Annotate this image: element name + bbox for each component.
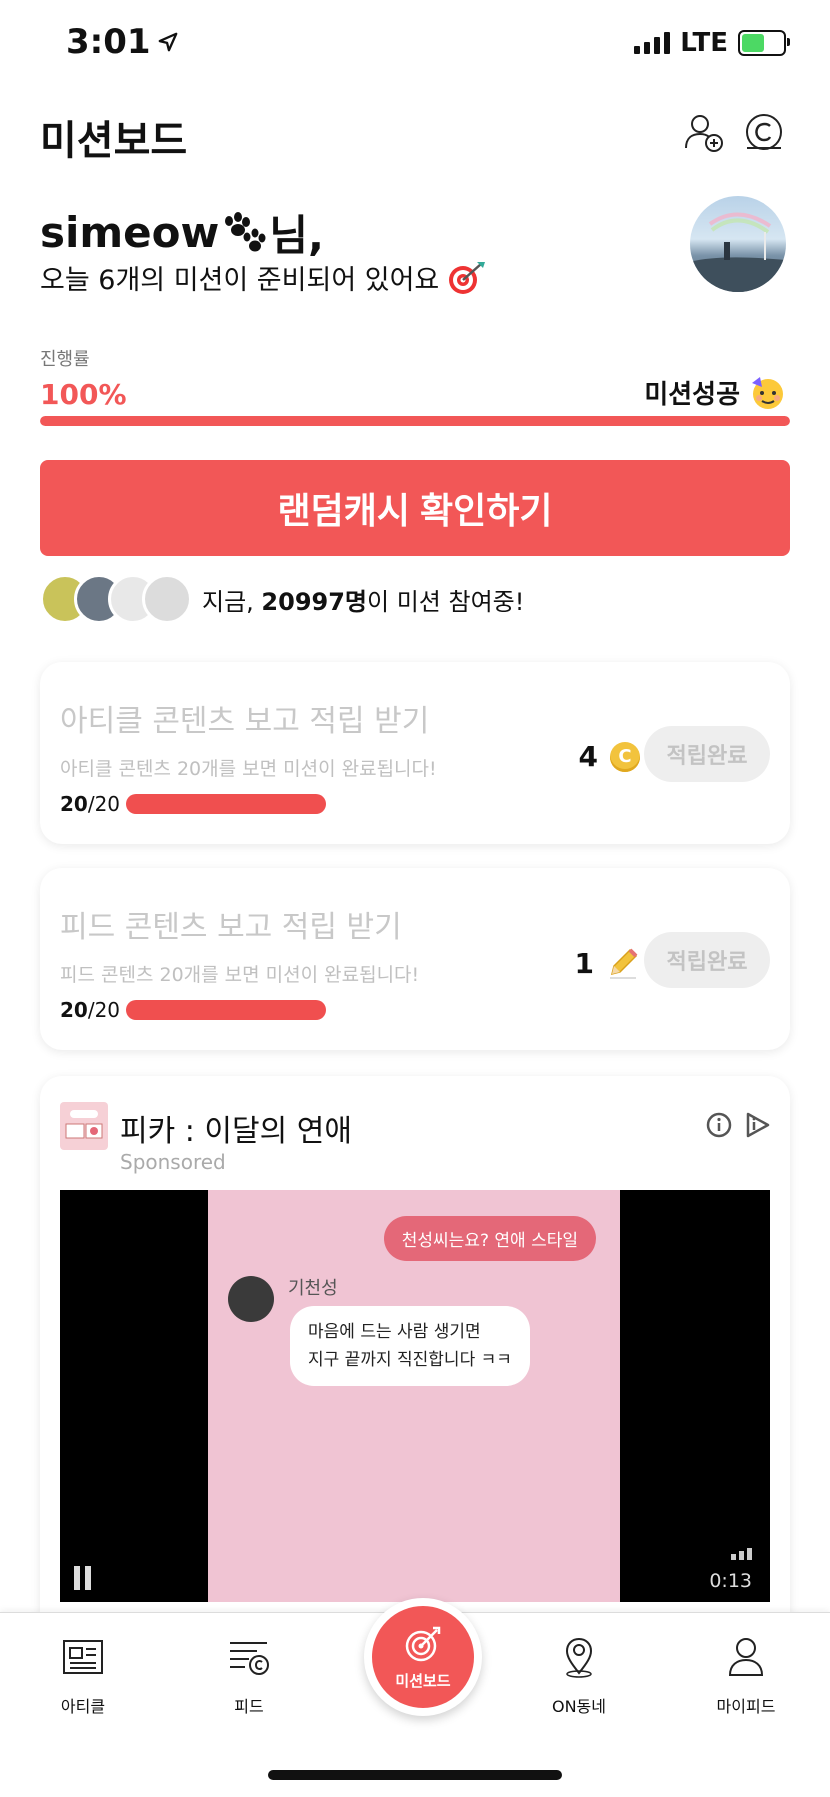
paw-icon: [225, 211, 266, 251]
ad-sponsored-label: Sponsored: [120, 1150, 226, 1174]
progress-bar: [40, 416, 790, 426]
ad-video[interactable]: 천성씨는요? 연애 스타일 기천성 마음에 드는 사람 생기면 지구 끝까지 직…: [60, 1190, 770, 1602]
progress-bar-fill: [40, 416, 790, 426]
tab-label: 마이피드: [716, 1697, 776, 1716]
tab-label: ON동네: [551, 1697, 606, 1716]
participants-row: 지금, 20997명이 미션 참여중!: [40, 574, 524, 624]
status-indicators: LTE: [634, 28, 790, 58]
mission-title: 피드 콘텐츠 보고 적립 받기: [60, 910, 402, 945]
tab-my-feed[interactable]: 마이피드: [686, 1635, 806, 1717]
mission-progress: 20/20: [60, 998, 327, 1022]
greeting-suffix: 님,: [269, 211, 324, 260]
chat-line: 마음에 드는 사람 생기면: [308, 1322, 481, 1342]
ad-logo: [60, 1102, 108, 1150]
progress-label: 진행률: [40, 349, 90, 370]
greeting-subtitle-text: 오늘 6개의 미션이 준비되어 있어요: [40, 265, 440, 296]
pencil-icon: [610, 948, 638, 979]
mission-progress-bar: [126, 794, 327, 814]
article-icon: [63, 1640, 103, 1674]
location-arrow-icon: [158, 32, 177, 52]
pause-icon[interactable]: [74, 1566, 91, 1590]
party-face-icon: [752, 376, 783, 409]
participants-prefix: 지금,: [202, 587, 262, 616]
ad-logo-icon: [65, 1110, 103, 1139]
chat-bubble-left: 마음에 드는 사람 생기면 지구 끝까지 직진합니다 ㅋㅋ: [290, 1306, 530, 1386]
home-indicator[interactable]: [268, 1770, 562, 1780]
info-icon[interactable]: [706, 1112, 732, 1138]
mission-card[interactable]: 아티클 콘텐츠 보고 적립 받기 아티클 콘텐츠 20개를 보면 미션이 완료됩…: [40, 662, 790, 844]
mission-reward-amount: 1: [574, 946, 594, 980]
progress-status: 미션성공: [644, 374, 786, 411]
status-time: 3:01: [66, 22, 179, 62]
avatar[interactable]: [690, 196, 786, 292]
add-friend-icon[interactable]: [682, 110, 726, 154]
chat-bubble-right: 천성씨는요? 연애 스타일: [383, 1216, 596, 1261]
location-icon: [565, 1637, 593, 1678]
progress-status-text: 미션성공: [644, 380, 740, 410]
chat-avatar: [228, 1276, 274, 1322]
greeting-name: simeow 님,: [40, 202, 324, 263]
user-name: simeow: [40, 208, 220, 257]
video-frame: 천성씨는요? 연애 스타일 기천성 마음에 드는 사람 생기면 지구 끝까지 직…: [208, 1190, 620, 1602]
mission-done-count: 20: [60, 792, 88, 816]
mission-claim-button[interactable]: 적립완료: [644, 726, 770, 782]
tab-label: 미션보드: [395, 1671, 451, 1690]
video-time: 0:13: [709, 1570, 752, 1592]
target-icon: [405, 1626, 441, 1661]
cash-icon[interactable]: [742, 110, 786, 154]
tab-mission-board[interactable]: 미션보드: [364, 1598, 482, 1716]
mission-reward: 1: [575, 946, 640, 980]
ad-title: 피카 : 이달의 연애: [120, 1114, 352, 1149]
mission-reward: 4 C: [579, 740, 640, 773]
mission-card[interactable]: 피드 콘텐츠 보고 적립 받기 피드 콘텐츠 20개를 보면 미션이 완료됩니다…: [40, 868, 790, 1050]
coin-icon: C: [610, 741, 640, 772]
mission-progress-bar: [126, 1000, 327, 1020]
battery-icon: [738, 30, 790, 56]
volume-icon[interactable]: [731, 1548, 752, 1560]
network-label: LTE: [680, 28, 728, 58]
tab-article[interactable]: 아티클: [23, 1635, 143, 1717]
avatar-photo-icon: [690, 212, 786, 292]
signal-icon: [634, 32, 671, 54]
participants-count: 20997명: [261, 587, 367, 616]
progress-percent: 100%: [40, 378, 127, 411]
participant-avatar: [142, 574, 192, 624]
tab-label: 아티클: [60, 1697, 106, 1716]
mission-description: 아티클 콘텐츠 20개를 보면 미션이 완료됩니다!: [60, 758, 437, 780]
feed-icon: [230, 1642, 269, 1675]
random-cash-button[interactable]: 랜덤캐시 확인하기: [40, 460, 790, 556]
chat-name: 기천성: [288, 1278, 338, 1299]
adchoices-icon[interactable]: [744, 1112, 772, 1138]
chat-line: 지구 끝까지 직진합니다 ㅋㅋ: [308, 1350, 512, 1370]
mission-total-count: /20: [87, 792, 121, 816]
tab-label: 피드: [234, 1697, 264, 1716]
status-time-text: 3:01: [66, 22, 151, 62]
mission-description: 피드 콘텐츠 20개를 보면 미션이 완료됩니다!: [60, 964, 420, 986]
mission-total-count: /20: [87, 998, 121, 1022]
tab-neighborhood[interactable]: ON동네: [519, 1635, 639, 1717]
participants-text: 지금, 20997명이 미션 참여중!: [202, 582, 524, 617]
participants-suffix: 이 미션 참여중!: [367, 587, 525, 616]
tab-feed[interactable]: 피드: [189, 1635, 309, 1717]
target-dart-icon: [449, 261, 486, 294]
greeting-subtitle: 오늘 6개의 미션이 준비되어 있어요: [40, 258, 487, 297]
mission-title: 아티클 콘텐츠 보고 적립 받기: [60, 704, 430, 739]
mission-claim-button[interactable]: 적립완료: [644, 932, 770, 988]
page-title: 미션보드: [40, 118, 188, 164]
mission-reward-amount: 4: [578, 740, 598, 773]
mission-progress: 20/20: [60, 792, 327, 816]
profile-icon: [728, 1638, 764, 1676]
ad-card[interactable]: 피카 : 이달의 연애 Sponsored 천성씨는요? 연애 스타일 기천성 …: [40, 1076, 790, 1636]
mission-done-count: 20: [60, 998, 88, 1022]
